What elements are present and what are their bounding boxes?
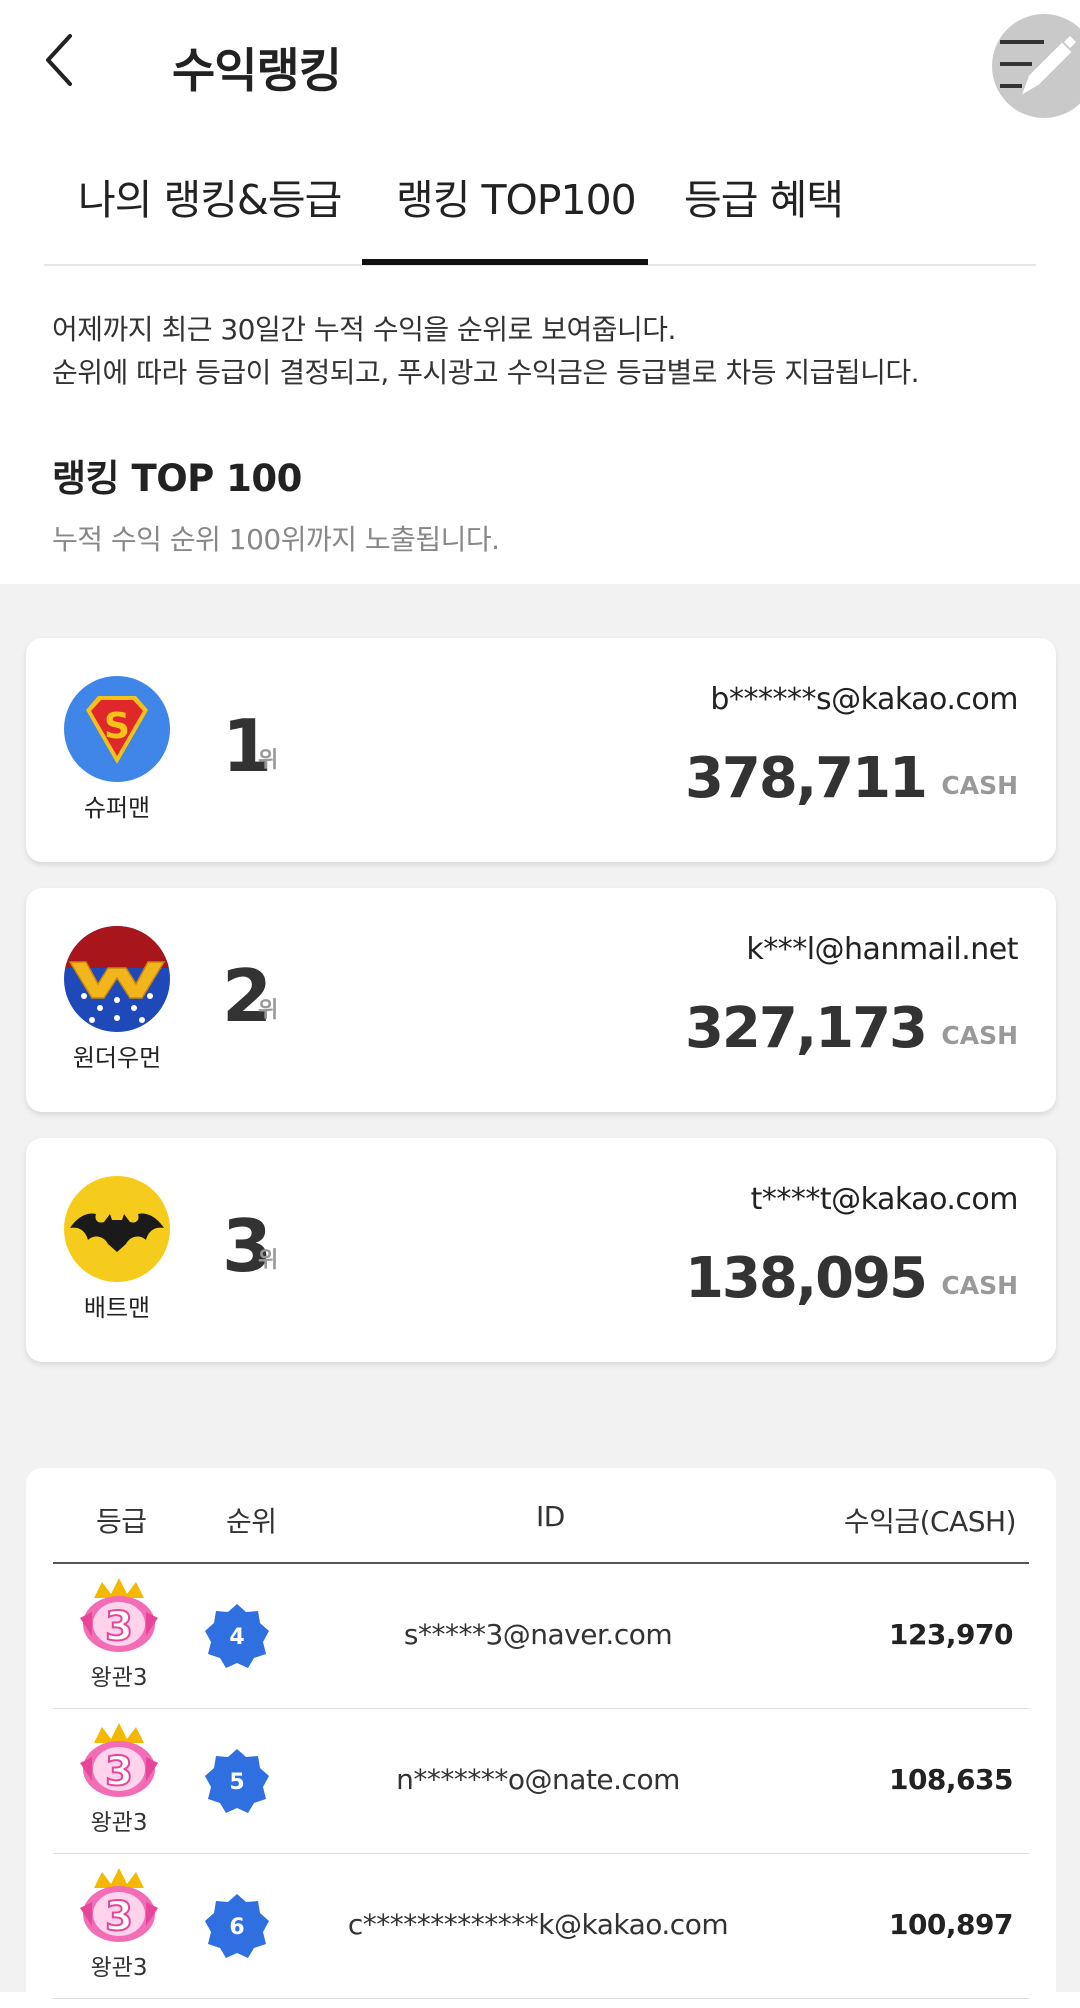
ranking-description: 어제까지 최근 30일간 누적 수익을 순위로 보여줍니다. 순위에 따라 등급… [52,308,920,394]
hero-name: 슈퍼맨 [83,794,151,822]
rank-badge-icon: 4 [205,1604,269,1668]
hero-name: 배트맨 [83,1294,151,1322]
crown-grade-number: 3 [105,1604,133,1650]
rank-badge-number: 6 [229,1915,244,1940]
menu-edit-icon [1000,36,1076,95]
tab-grade-benefits[interactable]: 등급 혜택 [684,166,844,226]
description-line-2: 순위에 따라 등급이 결정되고, 푸시광고 수익금은 등급별로 차등 지급됩니다… [52,356,920,389]
table-row[interactable]: 3 왕관3 4 s*****3@naver.com 123,970 [53,1564,1029,1709]
batman-icon [64,1176,170,1282]
rank-badge-icon: 6 [205,1894,269,1958]
rank-unit: 위 [258,748,279,773]
earnings-unit: CASH [941,1021,1018,1050]
crown-grade-icon: 3 [80,1868,158,1942]
superman-icon: S [64,676,170,782]
user-id: c*************k@kakao.com [347,1908,729,1941]
top-rank-card[interactable]: S 슈퍼맨 1 위 b******s@kakao.com 378,711 CAS… [26,638,1056,862]
user-id: s*****3@naver.com [403,1618,673,1651]
wonder-woman-icon [64,926,170,1032]
crown-grade-number: 3 [105,1749,133,1795]
rank-unit: 위 [258,1248,279,1273]
tab-my-ranking[interactable]: 나의 랭킹&등급 [78,166,342,226]
tab-ranking-top100[interactable]: 랭킹 TOP100 [396,166,637,226]
app-header: 수익랭킹 [0,0,1080,120]
crown-grade-number: 3 [105,1894,133,1940]
rank-badge-number: 4 [229,1625,244,1650]
grade-label: 왕관3 [90,1955,148,1981]
rank-badge-icon: 5 [205,1749,269,1813]
crown-grade-icon: 3 [80,1578,158,1652]
earnings-amount: 108,635 [888,1763,1014,1796]
earnings-unit: CASH [941,771,1018,800]
user-email: k***l@hanmail.net [746,932,1018,967]
rank-unit: 위 [258,998,279,1023]
earnings-amount: 123,970 [888,1618,1014,1651]
grade-label: 왕관3 [90,1810,148,1836]
column-header-amount: 수익금(CASH) [843,1505,1017,1538]
earnings-amount: 378,711 [684,746,928,811]
earnings-amount: 100,897 [888,1908,1014,1941]
section-subtitle: 누적 수익 순위 100위까지 노출됩니다. [52,523,500,556]
column-header-id: ID [536,1500,565,1533]
tab-bar: 나의 랭킹&등급 랭킹 TOP100 등급 혜택 [44,136,1036,266]
svg-text:S: S [104,706,130,747]
top-rank-card[interactable]: 배트맨 3 위 t****t@kakao.com 138,095 CASH [26,1138,1056,1362]
top-rank-card[interactable]: 원더우먼 2 위 k***l@hanmail.net 327,173 CASH [26,888,1056,1112]
active-tab-indicator [362,259,648,265]
user-id: n*******o@nate.com [396,1763,680,1796]
rank-badge-number: 5 [229,1770,244,1795]
section-title: 랭킹 TOP 100 [52,457,302,500]
earnings-amount: 138,095 [684,1246,928,1311]
table-row[interactable]: 3 왕관3 6 c*************k@kakao.com 100,89… [53,1854,1029,1999]
hero-name: 원더우먼 [72,1044,162,1072]
menu-fab-button[interactable] [992,14,1080,118]
description-line-1: 어제까지 최근 30일간 누적 수익을 순위로 보여줍니다. [52,313,676,346]
user-email: b******s@kakao.com [710,682,1018,717]
crown-grade-icon: 3 [80,1723,158,1797]
earnings-unit: CASH [941,1271,1018,1300]
chevron-left-icon[interactable] [36,28,86,92]
earnings-amount: 327,173 [684,996,928,1061]
page-title: 수익랭킹 [172,44,342,99]
ranking-table: 등급 순위 ID 수익금(CASH) 3 왕관3 4 s*****3@naver… [26,1468,1056,2008]
grade-label: 왕관3 [90,1665,148,1691]
column-header-rank: 순위 [226,1505,277,1538]
table-row[interactable]: 3 왕관3 5 n*******o@nate.com 108,635 [53,1709,1029,1854]
column-header-grade: 등급 [96,1505,147,1538]
user-email: t****t@kakao.com [750,1182,1019,1217]
